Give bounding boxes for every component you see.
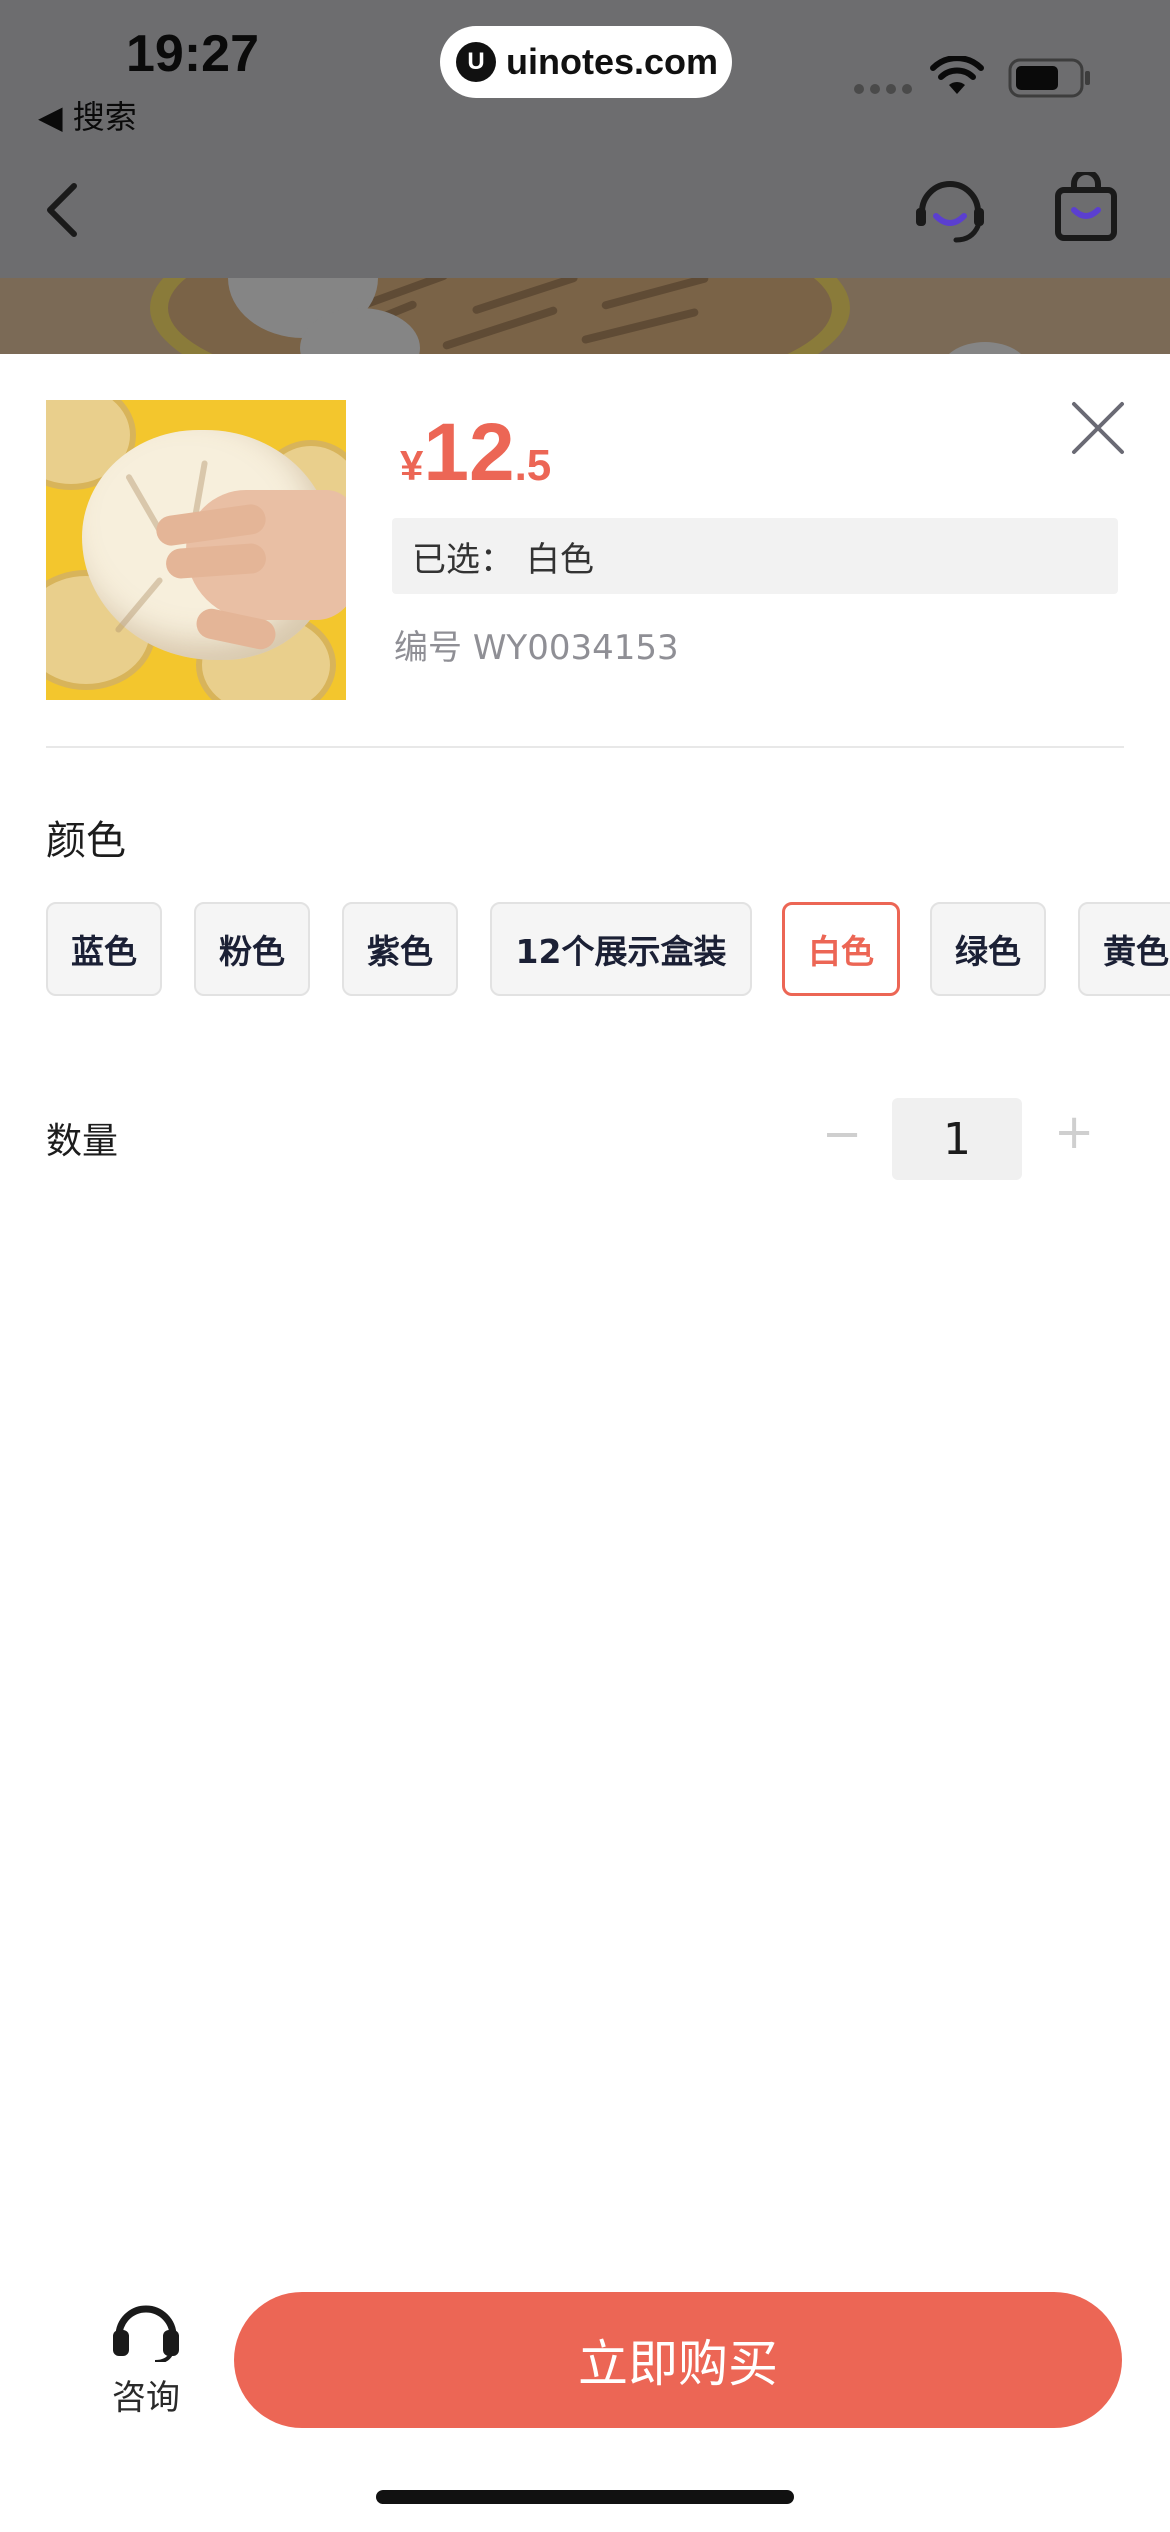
chevron-left-icon[interactable] [42, 180, 82, 240]
selected-variant-box: 已选： 白色 [392, 518, 1118, 594]
consult-label: 咨询 [112, 2378, 180, 2418]
color-option-purple[interactable]: 紫色 [342, 902, 458, 996]
price: ¥12.5 [400, 406, 551, 500]
customer-service-icon[interactable] [912, 170, 988, 246]
price-currency: ¥ [400, 442, 424, 489]
back-to-search-link[interactable]: ◀ 搜索 [38, 92, 137, 138]
site-logo-icon: U [456, 42, 496, 82]
color-options: 蓝色 粉色 紫色 12个展示盒装 白色 绿色 黄色 [46, 902, 1170, 1002]
battery-icon [1008, 58, 1090, 98]
consult-button[interactable]: 咨询 [86, 2298, 206, 2419]
color-option-pink[interactable]: 粉色 [194, 902, 310, 996]
headset-icon [113, 2305, 179, 2364]
url-pill[interactable]: U uinotes.com [440, 26, 732, 98]
color-section-title: 颜色 [46, 818, 126, 864]
divider [46, 746, 1124, 748]
quantity-decrease-button[interactable]: − [822, 1106, 862, 1162]
wifi-icon [930, 56, 984, 94]
status-time: 19:27 [126, 25, 259, 83]
screen: 19:27 ◀ 搜索 U uinotes.com ¥12.5 已选： 白色 编号… [0, 0, 1170, 2532]
shopping-bag-icon[interactable] [1054, 172, 1118, 242]
url-text: uinotes.com [506, 41, 719, 82]
quantity-input[interactable]: 1 [892, 1098, 1022, 1180]
quantity-increase-button[interactable]: + [1054, 1104, 1094, 1160]
buy-now-button[interactable]: 立即购买 [234, 2292, 1122, 2428]
price-decimal: .5 [514, 441, 552, 490]
color-option-blue[interactable]: 蓝色 [46, 902, 162, 996]
price-integer: 12 [423, 407, 515, 498]
sku-number: 编号 WY0034153 [394, 620, 679, 669]
product-thumbnail [46, 400, 346, 700]
product-hero-image [0, 278, 1170, 354]
sku-label: 编号 [394, 628, 462, 668]
quantity-label: 数量 [46, 1121, 119, 1162]
color-option-green[interactable]: 绿色 [930, 902, 1046, 996]
color-option-yellow[interactable]: 黄色 [1078, 902, 1170, 996]
cellular-signal-icon [854, 84, 912, 94]
selected-value: 白色 [526, 539, 594, 580]
home-indicator [376, 2490, 794, 2504]
sku-selector-sheet: ¥12.5 已选： 白色 编号 WY0034153 颜色 蓝色 粉色 紫色 12… [0, 354, 1170, 2532]
color-option-12-display-box[interactable]: 12个展示盒装 [490, 902, 752, 996]
sku-value: WY0034153 [472, 628, 679, 668]
close-icon[interactable] [1070, 400, 1126, 456]
color-option-white[interactable]: 白色 [782, 902, 900, 996]
selected-label: 已选： [412, 539, 514, 580]
